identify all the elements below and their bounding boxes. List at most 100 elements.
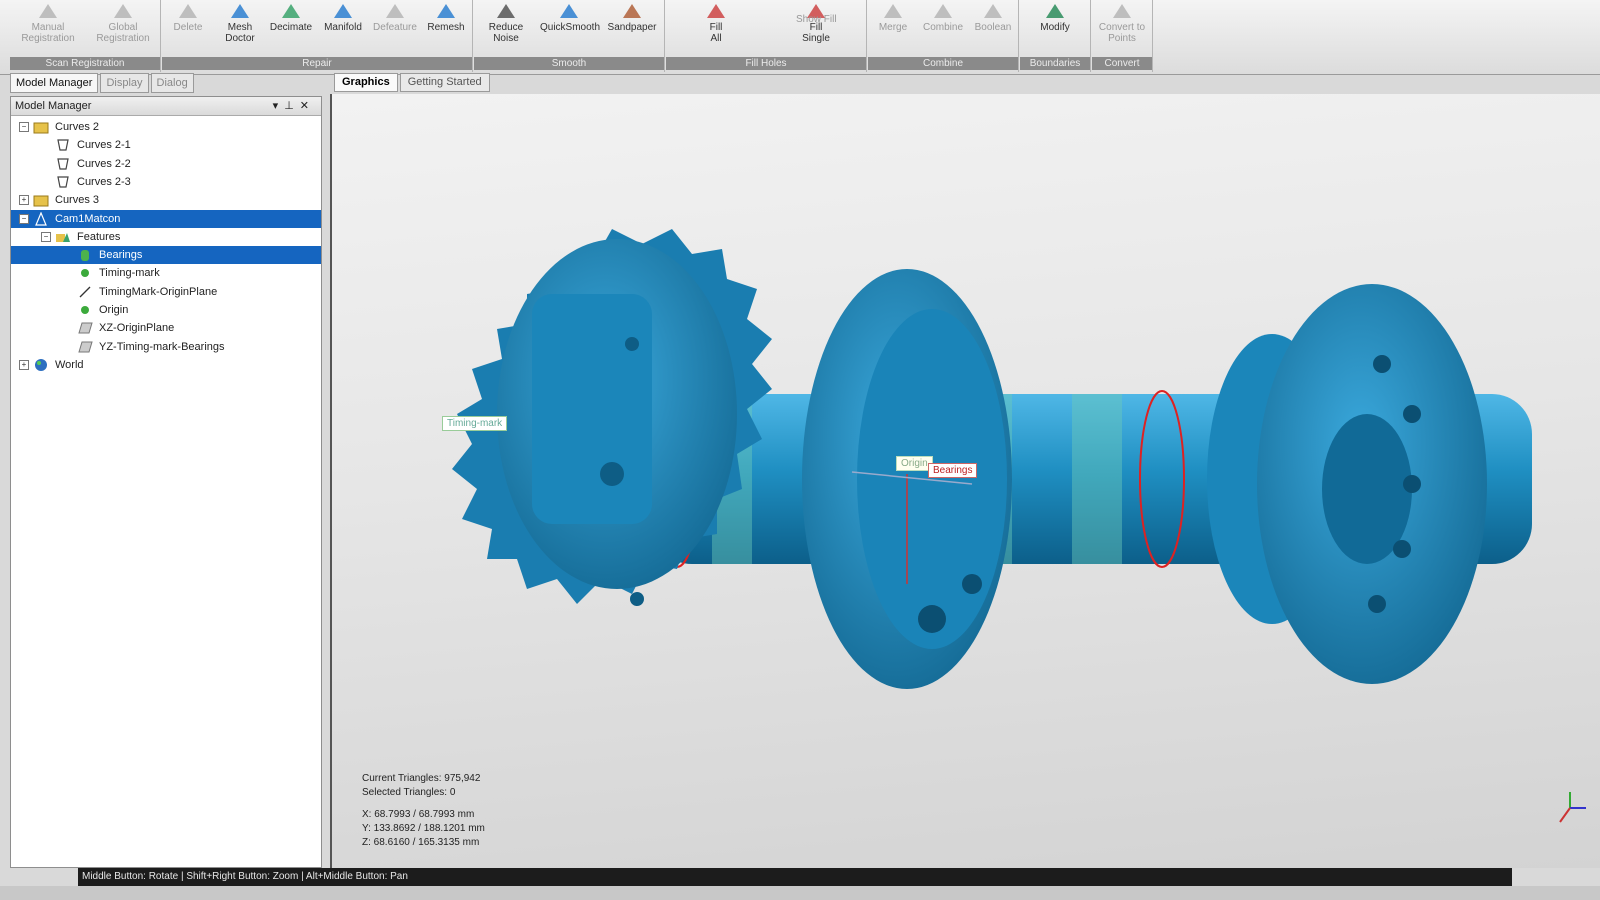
curve-icon [55,138,71,152]
global-registration-icon [112,2,134,20]
collapse-icon[interactable]: − [19,213,29,224]
tree-item-label: Timing-mark [99,267,160,280]
ribbon-group-repair: Delete Mesh Doctor Decimate Manifold Defeatu… [162,0,473,72]
expand-icon[interactable]: + [19,359,29,370]
remesh-icon [435,2,457,20]
cursor-coordinates: X: 68.7993 / 68.7993 mm Y: 133.8692 / 18… [362,808,485,850]
decimate-button[interactable]: Decimate [262,2,320,56]
remesh-button[interactable]: Remesh [417,2,475,56]
ribbon-group-label: Boundaries [1020,57,1090,70]
ribbon-group-label: Scan Registration [10,57,160,70]
plane-icon [77,321,93,335]
merge-icon [882,2,904,20]
axis-triad-icon[interactable] [1550,788,1590,828]
selected-triangles: Selected Triangles: 0 [362,787,456,798]
tree-item-bearings[interactable]: Bearings [11,246,321,265]
tree-item-label: Curves 2-3 [77,175,131,188]
tree-item-curves-2[interactable]: − Curves 2 [11,118,321,136]
curve-icon [55,157,71,171]
tree-item-features[interactable]: − Features [11,228,321,246]
defeature-button[interactable]: Defeature [366,2,424,56]
ribbon-button-label: Sandpaper [607,22,657,33]
modify-button[interactable]: Modify [1026,2,1084,56]
coord-x: X: 68.7993 / 68.7993 mm [362,809,475,820]
model-manager-title: Model Manager [15,100,92,112]
curves-group-icon [33,120,49,134]
model-manager-header: Model Manager ▾⊥✕ [11,97,321,116]
tree-item-xz-originplane[interactable]: XZ-OriginPlane [11,319,321,337]
bearings-label[interactable]: Bearings [928,463,978,478]
triangle-stats: Current Triangles: 975,942 Selected Tria… [362,772,480,800]
ribbon-button-label: Fill Single [802,22,830,44]
manual-registration-button[interactable]: Manual Registration [19,2,77,56]
point-icon [77,266,93,280]
fill-all-icon [705,2,727,20]
collapse-icon[interactable]: − [19,122,29,132]
tree-item-timingmark-originplane[interactable]: TimingMark-OriginPlane [11,283,321,301]
quicksmooth-button[interactable]: QuickSmooth [540,2,600,56]
delete-icon [177,2,199,20]
tree-item-label: XZ-OriginPlane [99,322,175,335]
ribbon-button-label: Fill All [709,22,723,44]
tree-item-label: Curves 3 [55,194,100,207]
right-flange [1207,284,1487,684]
fill-single-button[interactable]: Fill Single [787,2,845,56]
ribbon-group-boundaries: Modify Boundaries [1020,0,1091,72]
tab-getting-started[interactable]: Getting Started [399,73,490,92]
boolean-icon [982,2,1004,20]
fill-all-button[interactable]: Fill All [687,2,745,56]
ribbon-group-fill-holes: Fill All Fill Single Show Fill Fill Holes [666,0,867,72]
tree-item-origin[interactable]: Origin [11,301,321,319]
tree-item-timing-mark[interactable]: Timing-mark [11,264,321,282]
tab-display[interactable]: Display [100,73,149,93]
ribbon-group-convert: Convert to Points Convert [1092,0,1153,72]
combine-icon [932,2,954,20]
tree-item-curves-2-3[interactable]: Curves 2-3 [11,173,321,191]
line-icon [77,285,93,299]
show-fill-checkbox[interactable]: Show Fill [796,14,837,25]
ribbon-group-combine: Merge Combine Boolean Combine [868,0,1019,72]
ribbon-group-label: Convert [1092,57,1152,70]
tree-item-label: Origin [99,304,129,316]
dropdown-icon[interactable]: ▾ [273,100,285,112]
current-triangles: Current Triangles: 975,942 [362,773,481,784]
tree-item-curves-2-1[interactable]: Curves 2-1 [11,136,321,154]
reduce-noise-button[interactable]: Reduce Noise [477,2,535,56]
ribbon-group-label: Combine [868,57,1018,70]
defeature-icon [384,2,406,20]
manifold-button[interactable]: Manifold [314,2,372,56]
ribbon-button-label: Remesh [427,22,465,33]
tree-item-label: World [55,358,84,371]
pin-icon[interactable]: ⊥ [284,100,300,112]
monitor-bezel-strip [0,886,1600,900]
close-icon[interactable]: ✕ [300,100,315,112]
ribbon-group-smooth: Reduce Noise QuickSmooth Sandpaper Smooth [474,0,665,72]
modify-icon [1044,2,1066,20]
tab-dialog[interactable]: Dialog [150,73,194,93]
status-bar: Middle Button: Rotate | Shift+Right Butt… [78,868,1512,886]
tree-item-yz-timing-mark-bearings[interactable]: YZ-Timing-mark-Bearings [11,338,321,356]
tab-model-manager[interactable]: Model Manager [10,73,99,93]
mesh-doctor-button[interactable]: Mesh Doctor [211,2,269,56]
ribbon-button-label: Delete [173,22,203,33]
quicksmooth-icon [558,2,580,20]
tree-item-curves-2-2[interactable]: Curves 2-2 [11,155,321,173]
tree-item-label: TimingMark-OriginPlane [99,285,218,298]
tree-item-cam1matcon[interactable]: − Cam1Matcon [11,209,321,228]
global-registration-button[interactable]: Global Registration [94,2,152,56]
convert-to-points-button[interactable]: Convert to Points [1093,2,1151,56]
tab-graphics[interactable]: Graphics [334,73,398,92]
tree-item-world[interactable]: + World [11,356,321,374]
coord-y: Y: 133.8692 / 188.1201 mm [362,823,485,834]
expand-icon[interactable]: + [19,195,29,206]
cylinder-icon [77,248,93,262]
sandpaper-button[interactable]: Sandpaper [603,2,661,56]
tree-item-curves-3[interactable]: + Curves 3 [11,191,321,209]
delete-button[interactable]: Delete [159,2,217,56]
camshaft-mesh-model[interactable] [332,94,1600,868]
convert-to-points-icon [1111,2,1133,20]
timing-mark-label[interactable]: Timing-mark [442,416,508,431]
boolean-button[interactable]: Boolean [964,2,1022,56]
graphics-viewport[interactable]: Timing-mark Origin Bearings Current Tria… [330,94,1600,868]
collapse-icon[interactable]: − [41,231,51,242]
